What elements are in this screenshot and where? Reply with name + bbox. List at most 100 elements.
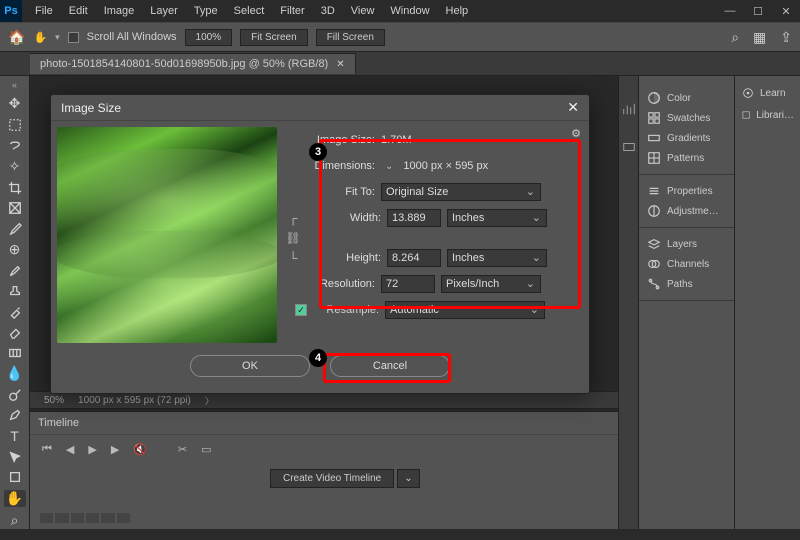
doc-dimensions-readout: 1000 px x 595 px (72 ppi) [78,395,191,406]
home-icon[interactable]: 🏠 [8,29,25,46]
fill-screen-button[interactable]: Fill Screen [316,29,385,46]
hand-tool-icon[interactable]: ✋ [33,31,47,44]
fit-screen-button[interactable]: Fit Screen [240,29,308,46]
resolution-unit-select[interactable]: Pixels/Inch [441,275,541,293]
menu-type[interactable]: Type [187,2,225,20]
zoom-readout[interactable]: 50% [44,395,64,406]
create-dropdown-icon[interactable]: ⌄ [397,469,419,488]
menu-3d[interactable]: 3D [314,2,342,20]
document-tab[interactable]: photo-1501854140801-50d01698950b.jpg @ 5… [30,53,356,74]
hand-tool[interactable]: ✋ [4,490,26,507]
dodge-tool[interactable] [4,387,26,402]
dialog-title-bar[interactable]: Image Size ✕ [51,95,589,121]
resample-select[interactable]: Automatic [385,301,545,319]
panel-learn[interactable]: Learn [735,82,800,104]
menu-help[interactable]: Help [439,2,476,20]
maximize-button[interactable]: ☐ [744,0,772,22]
crop-tool[interactable] [4,180,26,195]
info-chevron-icon[interactable]: 〉 [205,394,214,407]
mute-button[interactable]: 🔇 [133,443,147,456]
width-input[interactable] [387,209,441,227]
frame-tool[interactable] [4,200,26,215]
panel-paths[interactable]: Paths [639,274,734,294]
minimize-button[interactable]: — [716,0,744,22]
brush-tool[interactable] [4,263,26,278]
panel-layers[interactable]: Layers [639,234,734,254]
height-input[interactable] [387,249,441,267]
eyedropper-tool[interactable] [4,221,26,236]
preview-image[interactable] [57,127,277,343]
split-button[interactable]: ✂ [178,443,187,456]
eraser-tool[interactable] [4,324,26,339]
resample-checkbox[interactable]: ✓ [295,304,307,316]
resolution-input[interactable] [381,275,435,293]
panel-channels[interactable]: Channels [639,254,734,274]
timeline-title[interactable]: Timeline [30,412,618,435]
panel-properties[interactable]: Properties [639,181,734,201]
fit-to-select[interactable]: Original Size [381,183,541,201]
zoom-percent-button[interactable]: 100% [185,29,233,46]
menu-view[interactable]: View [344,2,382,20]
navigator-icon[interactable] [622,140,636,154]
menu-edit[interactable]: Edit [62,2,95,20]
panel-gradients[interactable]: Gradients [639,128,734,148]
pen-tool[interactable] [4,408,26,423]
ok-button[interactable]: OK [190,355,310,377]
share-icon[interactable]: ⇪ [780,29,792,46]
dimensions-dropdown-icon[interactable]: ⌄ [381,161,397,172]
next-frame-button[interactable]: ▶ [111,443,119,456]
prev-frame-button[interactable]: ◀ [66,443,74,456]
lasso-tool[interactable] [4,137,26,152]
constrain-link-icon[interactable]: ⛓ [283,231,303,245]
panel-patterns[interactable]: Patterns [639,148,734,168]
type-tool[interactable]: T [4,428,26,444]
create-video-timeline[interactable]: Create Video Timeline ⌄ [270,472,420,484]
magic-wand-tool[interactable]: ✧ [4,158,26,175]
first-frame-button[interactable]: ⏮ [42,443,52,456]
stamp-tool[interactable] [4,284,26,299]
menu-file[interactable]: File [28,2,60,20]
close-button[interactable]: ✕ [772,0,800,22]
move-tool[interactable]: ✥ [4,95,26,112]
panel-libraries[interactable]: Librari… [735,104,800,126]
tools-collapse-icon[interactable]: « [12,80,17,90]
tool-preset-chevron[interactable]: ▾ [55,32,60,43]
dimensions-label: Dimensions: [283,160,375,172]
marquee-tool[interactable] [4,117,26,132]
transition-button[interactable]: ▭ [201,443,211,456]
histogram-icon[interactable] [622,102,636,116]
height-unit-select[interactable]: Inches [447,249,547,267]
image-size-label: Image Size: [283,134,375,146]
panel-color[interactable]: Color [639,88,734,108]
history-brush-tool[interactable] [4,304,26,319]
dialog-gear-icon[interactable]: ⚙ [571,127,581,140]
shape-tool[interactable] [4,469,26,484]
fit-to-label: Fit To: [283,186,375,198]
workspace-icon[interactable]: ▦ [753,29,766,46]
zoom-tool[interactable]: ⌕ [4,512,26,529]
menu-image[interactable]: Image [97,2,142,20]
create-video-timeline-label: Create Video Timeline [270,469,394,488]
timeline-scrubber[interactable] [40,513,130,523]
width-label: Width: [309,212,381,224]
gradient-tool[interactable] [4,345,26,360]
menu-layer[interactable]: Layer [143,2,185,20]
width-unit-select[interactable]: Inches [447,209,547,227]
scroll-all-checkbox[interactable] [68,32,79,43]
cancel-button[interactable]: Cancel [330,355,450,377]
tab-close-icon[interactable]: ✕ [336,59,344,70]
timeline-controls: ⏮ ◀ ▶ ▶ 🔇 | ✂ ▭ [30,435,618,464]
play-button[interactable]: ▶ [88,443,96,456]
dialog-title: Image Size [61,101,121,115]
path-select-tool[interactable] [4,449,26,464]
panel-adjustments[interactable]: Adjustme… [639,201,734,221]
blur-tool[interactable]: 💧 [4,365,26,382]
menu-select[interactable]: Select [227,2,272,20]
search-icon[interactable]: ⌕ [731,29,739,46]
panel-swatches[interactable]: Swatches [639,108,734,128]
menu-filter[interactable]: Filter [273,2,311,20]
options-bar: 🏠 ✋ ▾ Scroll All Windows 100% Fit Screen… [0,22,800,52]
dialog-close-icon[interactable]: ✕ [567,99,579,116]
healing-tool[interactable]: ⊕ [4,241,26,258]
menu-window[interactable]: Window [383,2,436,20]
